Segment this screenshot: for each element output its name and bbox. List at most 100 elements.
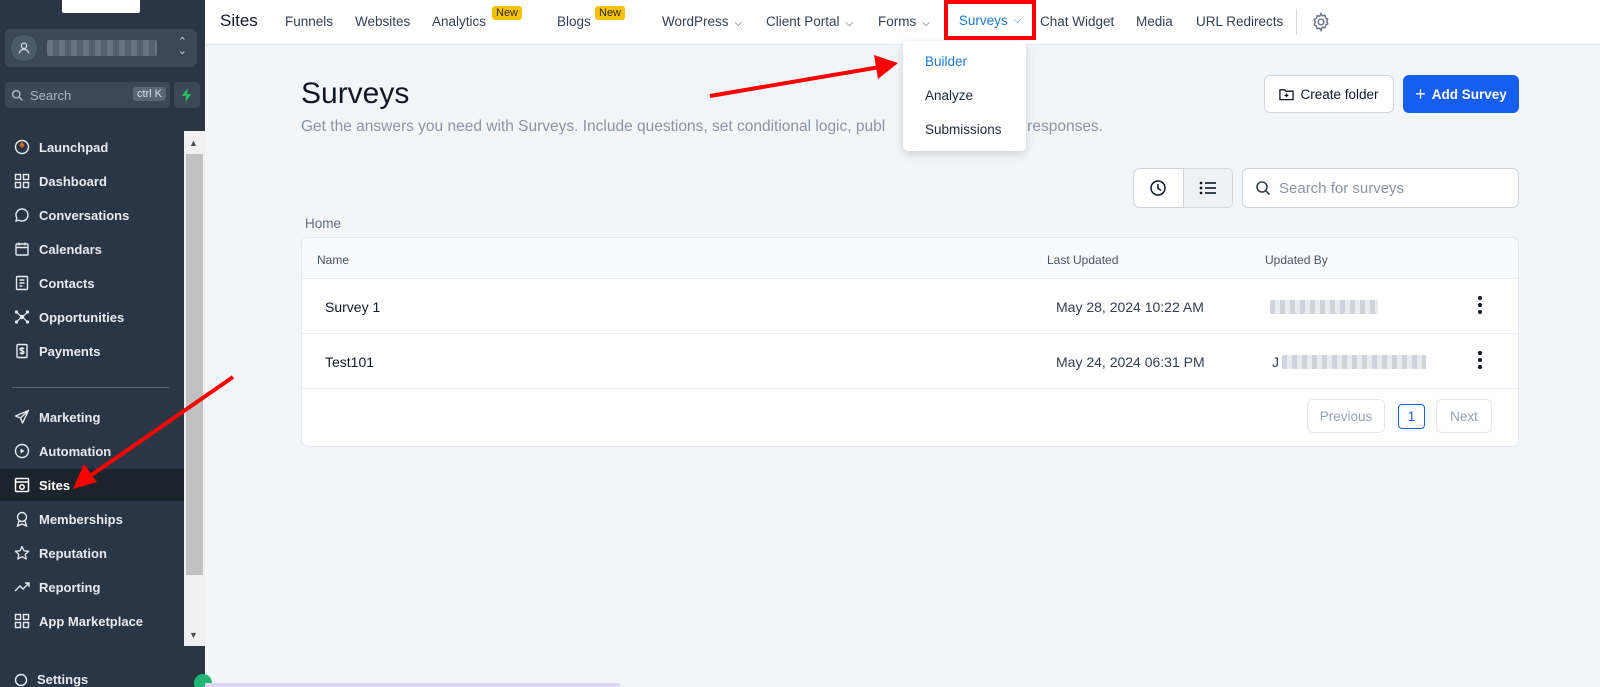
- last-updated: May 28, 2024 10:22 AM: [1056, 299, 1204, 315]
- list-view-button[interactable]: [1182, 169, 1232, 207]
- sidebar-item-dashboard[interactable]: Dashboard: [0, 165, 184, 197]
- updated-by-redacted: [1282, 355, 1426, 369]
- tab-wordpress[interactable]: WordPress ⌵: [662, 14, 742, 29]
- chevron-down-icon: ⌵: [922, 18, 930, 29]
- previous-page-button[interactable]: Previous: [1307, 399, 1385, 433]
- updated-by-redacted: [1270, 300, 1378, 314]
- create-folder-label: Create folder: [1300, 86, 1379, 102]
- table-header: Name Last Updated Updated By: [302, 238, 1518, 279]
- logo: [62, 0, 140, 13]
- chevron-down-icon: ⌵: [845, 18, 854, 29]
- column-header-last-updated[interactable]: Last Updated: [1047, 253, 1118, 267]
- search-icon: [1256, 181, 1271, 196]
- sidebar-item-automation[interactable]: Automation: [0, 435, 184, 467]
- sidebar-item-label: App Marketplace: [39, 613, 144, 629]
- table-row[interactable]: Test101 May 24, 2024 06:31 PM J: [302, 334, 1518, 389]
- sidebar-item-label: Settings: [37, 672, 89, 687]
- search-placeholder: Search for surveys: [1279, 179, 1405, 197]
- account-switcher[interactable]: ⌃ ⌄: [5, 29, 197, 67]
- tab-chat-widget[interactable]: Chat Widget: [1040, 14, 1114, 29]
- sidebar-search[interactable]: Search ctrl K: [5, 82, 170, 108]
- more-options-icon[interactable]: [1472, 295, 1488, 315]
- add-survey-button[interactable]: + Add Survey: [1403, 75, 1519, 113]
- sidebar-item-sites[interactable]: Sites: [0, 469, 184, 501]
- sidebar-item-marketing[interactable]: Marketing: [0, 401, 184, 433]
- sidebar-item-label: Memberships: [39, 511, 123, 527]
- sidebar-item-settings[interactable]: Settings: [13, 672, 88, 687]
- next-page-button[interactable]: Next: [1436, 399, 1492, 433]
- tab-client-portal[interactable]: Client Portal ⌵: [766, 14, 853, 29]
- sidebar-item-launchpad[interactable]: Launchpad: [0, 131, 184, 163]
- payments-icon: [13, 342, 31, 360]
- dashboard-icon: [13, 172, 31, 190]
- more-options-icon[interactable]: [1472, 350, 1488, 370]
- sidebar-item-calendars[interactable]: Calendars: [0, 233, 184, 265]
- section-title: Sites: [220, 11, 258, 30]
- chat-bubble-icon: [13, 206, 31, 224]
- column-header-name[interactable]: Name: [317, 253, 349, 267]
- gear-icon: [13, 672, 29, 687]
- menu-item-builder[interactable]: Builder: [925, 54, 967, 69]
- table-row[interactable]: Survey 1 May 28, 2024 10:22 AM: [302, 279, 1518, 334]
- search-surveys-input[interactable]: Search for surveys: [1242, 168, 1519, 208]
- updated-by-initial: J: [1272, 354, 1279, 370]
- tab-label: Forms: [878, 14, 917, 29]
- tab-blogs[interactable]: Blogs: [557, 14, 591, 29]
- sidebar-item-label: Calendars: [39, 241, 102, 257]
- send-icon: [13, 408, 31, 426]
- tab-websites[interactable]: Websites: [355, 14, 410, 29]
- sidebar-scrollbar-thumb[interactable]: [186, 154, 203, 575]
- create-folder-button[interactable]: Create folder: [1264, 75, 1394, 113]
- new-badge: New: [595, 6, 626, 20]
- tab-forms[interactable]: Forms ⌵: [878, 14, 930, 29]
- top-navigation: Sites Funnels Websites Analytics New Blo…: [205, 0, 1600, 45]
- gear-icon[interactable]: [1311, 11, 1331, 37]
- survey-name[interactable]: Survey 1: [325, 299, 380, 315]
- contacts-icon: [13, 274, 31, 292]
- sidebar-item-memberships[interactable]: Memberships: [0, 503, 184, 535]
- tab-surveys[interactable]: Surveys ⌵: [944, 0, 1036, 40]
- tab-analytics[interactable]: Analytics: [432, 14, 486, 29]
- page-number-button[interactable]: 1: [1398, 404, 1425, 429]
- sidebar-item-conversations[interactable]: Conversations: [0, 199, 184, 231]
- column-header-updated-by[interactable]: Updated By: [1265, 253, 1328, 267]
- sidebar-search-placeholder: Search: [30, 87, 72, 103]
- tab-label: Surveys: [958, 12, 1008, 28]
- sidebar-item-label: Launchpad: [39, 139, 109, 155]
- sidebar-item-opportunities[interactable]: Opportunities: [0, 301, 184, 333]
- sidebar-item-label: Reputation: [39, 545, 107, 561]
- sidebar-item-label: Automation: [39, 443, 112, 459]
- recent-view-button[interactable]: [1134, 169, 1183, 207]
- page-subtitle-text: Get the answers you need with Surveys. I…: [301, 118, 886, 135]
- breadcrumb[interactable]: Home: [305, 216, 341, 231]
- sidebar-item-reputation[interactable]: Reputation: [0, 537, 184, 569]
- menu-item-analyze[interactable]: Analyze: [925, 88, 973, 103]
- scroll-down-arrow-icon[interactable]: ▼: [189, 630, 198, 640]
- survey-name[interactable]: Test101: [325, 354, 374, 370]
- sidebar-item-app-marketplace[interactable]: App Marketplace: [0, 605, 184, 637]
- tab-url-redirects[interactable]: URL Redirects: [1196, 14, 1283, 29]
- tab-label: WordPress: [662, 14, 729, 29]
- tab-funnels[interactable]: Funnels: [285, 14, 333, 29]
- page-subtitle: Get the answers you need with Surveys. I…: [301, 118, 1103, 136]
- folder-plus-icon: [1279, 89, 1295, 101]
- scroll-up-arrow-icon[interactable]: ▲: [189, 138, 198, 148]
- chevron-updown-icon: ⌃ ⌄: [177, 36, 187, 57]
- sidebar-item-contacts[interactable]: Contacts: [0, 267, 184, 299]
- sidebar-item-label: Contacts: [39, 275, 95, 291]
- sidebar-divider: [12, 387, 169, 388]
- tab-media[interactable]: Media: [1136, 14, 1173, 29]
- sidebar-item-payments[interactable]: Payments: [0, 335, 184, 367]
- launchpad-icon: [13, 138, 31, 156]
- nav-divider: [1296, 9, 1297, 35]
- search-shortcut: ctrl K: [132, 87, 166, 101]
- calendar-icon: [13, 240, 31, 258]
- sites-icon: [13, 476, 31, 494]
- sidebar-item-reporting[interactable]: Reporting: [0, 571, 184, 603]
- quick-action-button[interactable]: [174, 82, 200, 108]
- search-icon: [11, 89, 23, 101]
- sidebar-item-label: Marketing: [39, 409, 101, 425]
- sidebar-item-label: Opportunities: [39, 309, 125, 325]
- sidebar-item-label: Reporting: [39, 579, 101, 595]
- grid-icon: [13, 612, 31, 630]
